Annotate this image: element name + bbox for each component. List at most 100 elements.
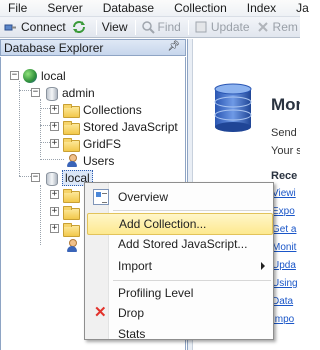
recent-link[interactable]: Monit <box>272 242 296 253</box>
toolbar-separator <box>187 19 189 35</box>
view-button[interactable]: View <box>102 20 128 34</box>
welcome-line: Your s <box>271 145 300 157</box>
pin-icon[interactable]: 📌︎ <box>167 41 180 52</box>
menu-item-profiling-level[interactable]: Profiling Level <box>87 282 273 304</box>
overview-label: Overview <box>118 190 169 204</box>
refresh-icon <box>72 20 86 34</box>
recent-link[interactable]: Upda <box>272 260 296 271</box>
menu-database[interactable]: Database <box>103 1 154 15</box>
server-label: local <box>41 68 66 83</box>
connect-label: Connect <box>21 20 66 34</box>
server-globe-icon <box>23 68 37 83</box>
connect-button[interactable]: Connect <box>4 20 66 34</box>
menu-item-add-stored-javascript[interactable]: Add Stored JavaScript... <box>87 233 273 255</box>
menu-server[interactable]: Server <box>47 1 82 15</box>
drop-label: Drop <box>118 306 145 320</box>
database-explorer-title: Database Explorer <box>4 40 104 55</box>
expand-icon[interactable]: + <box>50 224 59 233</box>
toolbar: Connect View Find Update Rem <box>0 17 300 38</box>
add-collection-label: Add Collection... <box>119 217 207 231</box>
expand-icon[interactable]: + <box>50 139 59 148</box>
remove-icon <box>256 20 270 34</box>
menu-item-overview[interactable]: Overview <box>87 186 273 208</box>
tree-connector <box>40 185 41 245</box>
collapse-icon[interactable]: − <box>10 71 19 80</box>
tree-node-local-child[interactable]: + <box>50 203 83 220</box>
menu-item-drop[interactable]: ✕ Drop <box>87 302 273 324</box>
welcome-title: Mon <box>271 95 300 114</box>
recent-link[interactable]: Using <box>272 278 298 289</box>
menu-item-stats[interactable]: Stats <box>87 323 273 345</box>
recent-link[interactable]: Expo <box>272 206 295 217</box>
folder-icon <box>63 222 80 237</box>
context-menu: Overview Add Collection... Add Stored Ja… <box>84 182 274 341</box>
submenu-arrow-icon <box>261 262 265 270</box>
gridfs-label: GridFS <box>83 136 122 151</box>
tree-connector <box>40 159 64 160</box>
recent-link[interactable]: Viewi <box>272 188 296 199</box>
tree-connector <box>19 176 31 177</box>
tree-connector <box>19 90 31 91</box>
database-icon <box>44 171 58 186</box>
tree-node-server[interactable]: − local <box>10 67 66 84</box>
update-button[interactable]: Update <box>194 20 250 34</box>
tree-node-gridfs[interactable]: + GridFS <box>50 135 121 152</box>
menu-index[interactable]: Index <box>247 1 276 15</box>
expand-icon[interactable]: + <box>50 105 59 114</box>
tree-connector <box>40 108 50 109</box>
users-label: Users <box>83 153 115 168</box>
folder-icon <box>63 137 80 152</box>
recent-link[interactable]: Get a <box>272 224 296 235</box>
remove-button[interactable]: Rem <box>256 20 298 34</box>
tree-node-local-child[interactable]: + <box>50 220 83 237</box>
drop-x-icon: ✕ <box>94 304 107 321</box>
menu-separator <box>113 280 271 281</box>
menu-separator <box>113 210 271 211</box>
admin-label: admin <box>62 85 95 100</box>
tree-node-collections[interactable]: + Collections <box>50 101 142 118</box>
find-button[interactable]: Find <box>141 20 181 34</box>
tree-connector <box>40 142 50 143</box>
folder-icon <box>63 120 80 135</box>
menu-item-import[interactable]: Import <box>87 255 273 277</box>
tree-connector <box>19 81 20 176</box>
menu-javascript[interactable]: Ja <box>296 1 309 15</box>
menu-item-add-collection[interactable]: Add Collection... <box>87 213 273 235</box>
expand-icon[interactable]: + <box>50 190 59 199</box>
folder-icon <box>63 205 80 220</box>
remove-label: Rem <box>272 20 298 34</box>
folder-icon <box>63 103 80 118</box>
collapse-icon[interactable]: − <box>31 88 40 97</box>
toolbar-separator <box>95 19 97 35</box>
folder-icon <box>63 188 80 203</box>
view-label: View <box>101 20 128 34</box>
tree-node-admin[interactable]: − admin <box>31 84 95 101</box>
recent-heading: Rece <box>271 170 298 182</box>
import-label: Import <box>118 259 153 273</box>
users-icon <box>65 153 79 168</box>
add-stored-javascript-label: Add Stored JavaScript... <box>118 237 248 251</box>
tree-node-stored-javascript[interactable]: + Stored JavaScript <box>50 118 178 135</box>
menu-file[interactable]: File <box>8 1 27 15</box>
update-label: Update <box>210 20 250 34</box>
recent-link[interactable]: Impo <box>272 314 294 325</box>
find-label: Find <box>157 20 181 34</box>
database-explorer-header: Database Explorer 📌︎ <box>0 39 186 56</box>
expand-icon[interactable]: + <box>50 207 59 216</box>
menu-collection[interactable]: Collection <box>174 1 227 15</box>
connect-icon <box>4 20 18 34</box>
collections-label: Collections <box>83 102 142 117</box>
stats-label: Stats <box>118 327 146 341</box>
menu-bar: File Server Database Collection Index Ja <box>0 0 309 17</box>
recent-link[interactable]: Data <box>272 296 293 307</box>
tree-node-local-users[interactable] <box>65 237 83 254</box>
profiling-level-label: Profiling Level <box>118 286 194 300</box>
expand-icon[interactable]: + <box>50 122 59 131</box>
tree-node-local-child[interactable]: + <box>50 186 83 203</box>
refresh-button[interactable] <box>72 20 89 34</box>
find-icon <box>141 20 155 34</box>
database-icon <box>44 86 58 101</box>
collapse-icon[interactable]: − <box>31 173 40 182</box>
tree-node-users[interactable]: Users <box>65 152 114 169</box>
welcome-line: Send y <box>271 127 300 139</box>
